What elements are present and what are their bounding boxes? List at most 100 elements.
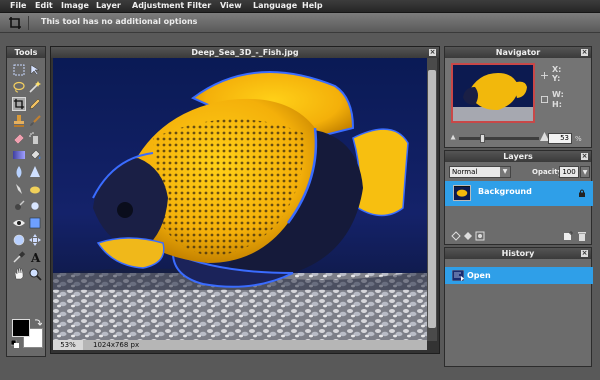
trash-icon[interactable] <box>577 231 587 241</box>
zoom-input[interactable]: 53 <box>548 133 572 144</box>
menu-item-edit[interactable]: Edit <box>35 1 53 11</box>
scrollbar-thumb[interactable] <box>428 70 436 328</box>
layer-name: Background <box>478 187 532 196</box>
stamp-icon[interactable] <box>12 114 26 128</box>
close-icon[interactable]: × <box>429 49 436 56</box>
menu-item-help[interactable]: Help <box>302 1 323 11</box>
chevron-down-icon: ▼ <box>500 167 510 177</box>
pencil-icon[interactable] <box>28 97 42 111</box>
svg-text:A: A <box>30 251 41 264</box>
fish-photo <box>53 58 427 341</box>
sponge-icon[interactable] <box>28 182 42 196</box>
rectangle-icon[interactable] <box>28 216 42 230</box>
x-label: X: <box>552 65 562 74</box>
lock-icon <box>579 189 585 197</box>
link-layers-icon[interactable] <box>451 231 461 241</box>
navigator-thumbnail[interactable] <box>451 63 535 123</box>
default-colors-icon[interactable] <box>11 340 19 348</box>
history-item[interactable]: Open <box>445 267 593 284</box>
burn-icon[interactable] <box>12 199 26 213</box>
new-layer-icon[interactable] <box>563 231 573 241</box>
zoom-icon[interactable] <box>28 267 42 281</box>
navigator-title: Navigator × <box>445 47 591 58</box>
crop-icon <box>9 17 21 29</box>
layer-thumbnail <box>453 185 471 201</box>
eyedropper-icon[interactable] <box>12 250 26 264</box>
document-window: Deep_Sea_3D_-_Fish.jpg × 53% 1024x768 px <box>50 46 440 354</box>
swap-colors-icon[interactable] <box>34 318 42 326</box>
crosshair-icon <box>541 72 548 79</box>
lasso-icon[interactable] <box>12 80 26 94</box>
menu-item-language[interactable]: Language <box>253 1 297 11</box>
chevron-down-icon[interactable]: ▼ <box>580 166 590 178</box>
paint-bucket-icon[interactable] <box>28 148 42 162</box>
brush-icon[interactable] <box>28 114 42 128</box>
close-icon[interactable]: × <box>581 250 588 257</box>
layers-title: Layers × <box>445 151 591 162</box>
options-message: This tool has no additional options <box>41 17 198 26</box>
layer-mask-icon[interactable] <box>475 231 485 241</box>
move-icon[interactable] <box>28 63 42 77</box>
options-bar: This tool has no additional options <box>0 13 600 33</box>
history-title-text: History <box>501 249 535 258</box>
layers-panel: Layers × Normal ▼ Opacity: 100 ▼ Backgro… <box>444 150 593 245</box>
menu-item-layer[interactable]: Layer <box>96 1 121 11</box>
status-bar: 53% 1024x768 px <box>53 340 427 350</box>
blend-mode-value: Normal <box>452 168 478 176</box>
zoom-slider[interactable] <box>459 134 539 143</box>
size-icon <box>541 96 548 103</box>
menu-item-file[interactable]: File <box>10 1 26 11</box>
thumbnail-image <box>453 65 533 121</box>
h-label: H: <box>552 100 562 109</box>
w-label: W: <box>552 90 564 99</box>
navigator-panel: Navigator × X: Y: W: H: 53 % <box>444 46 592 148</box>
history-title: History × <box>445 248 591 259</box>
image-canvas[interactable] <box>53 58 427 341</box>
menu-bar: File Edit Image Layer Adjustment Filter View La… <box>0 0 600 13</box>
layer-thumbnail-image <box>454 187 470 200</box>
dodge-icon[interactable] <box>28 199 42 213</box>
image-dimensions: 1024x768 px <box>93 341 140 349</box>
zoom-slider-knob[interactable] <box>480 134 485 143</box>
smudge-icon[interactable] <box>12 182 26 196</box>
document-title: Deep_Sea_3D_-_Fish.jpg × <box>51 47 439 58</box>
spray-icon[interactable] <box>28 131 42 145</box>
blur-icon[interactable] <box>12 165 26 179</box>
menu-item-adjustment[interactable]: Adjustment <box>132 1 184 11</box>
vertical-scrollbar[interactable] <box>427 58 437 341</box>
y-label: Y: <box>552 74 561 83</box>
history-panel: History × Open <box>444 247 593 367</box>
zoom-field[interactable]: 53% <box>53 340 83 350</box>
menu-item-view[interactable]: View <box>220 1 242 11</box>
hand-icon[interactable] <box>12 267 26 281</box>
magic-wand-icon[interactable] <box>28 80 42 94</box>
blend-mode-select[interactable]: Normal ▼ <box>449 166 511 178</box>
zoom-unit: % <box>575 135 582 143</box>
marquee-icon[interactable] <box>12 63 26 77</box>
separator <box>28 16 29 30</box>
menu-item-image[interactable]: Image <box>61 1 89 11</box>
crop-icon[interactable] <box>12 97 26 111</box>
zoom-out-icon[interactable] <box>450 134 457 141</box>
tools-panel: Tools A <box>6 46 46 357</box>
gradient-icon[interactable] <box>12 148 26 162</box>
layer-item[interactable]: Background <box>445 181 593 206</box>
circle-select-icon[interactable] <box>12 233 26 247</box>
history-item-label: Open <box>467 271 491 280</box>
opacity-input[interactable]: 100 <box>559 166 579 178</box>
text-icon[interactable]: A <box>28 250 42 264</box>
layer-style-icon[interactable] <box>463 231 473 241</box>
eye-icon[interactable] <box>12 216 26 230</box>
layers-title-text: Layers <box>503 152 533 161</box>
close-icon[interactable]: × <box>581 153 588 160</box>
move-arrows-icon[interactable] <box>28 233 42 247</box>
close-icon[interactable]: × <box>581 49 588 56</box>
foreground-color-swatch[interactable] <box>12 319 30 337</box>
navigator-title-text: Navigator <box>495 48 541 57</box>
document-title-text: Deep_Sea_3D_-_Fish.jpg <box>191 48 299 57</box>
tools-title: Tools <box>7 47 45 58</box>
open-document-icon <box>452 270 464 281</box>
sharpen-icon[interactable] <box>28 165 42 179</box>
eraser-icon[interactable] <box>12 131 26 145</box>
menu-item-filter[interactable]: Filter <box>187 1 211 11</box>
